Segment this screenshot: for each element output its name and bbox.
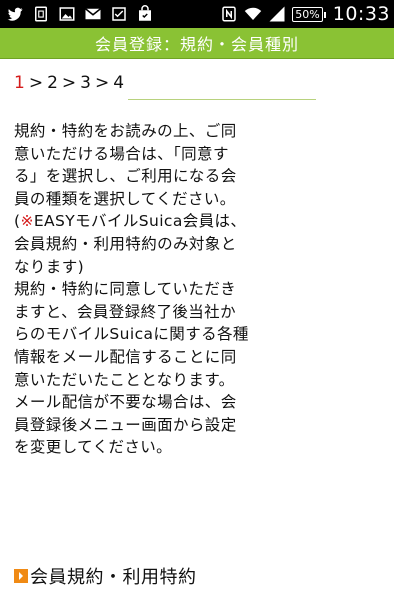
gmail-icon <box>84 5 102 23</box>
system-status: 50% 10:33 <box>220 0 390 28</box>
step-indicator: 1 > 2 > 3 > 4 <box>14 73 394 93</box>
nfc-icon <box>220 5 238 23</box>
signal-icon <box>268 5 286 23</box>
note-mark: ※ <box>20 212 34 231</box>
twitter-icon <box>6 5 24 23</box>
section-heading: 会員規約・利用特約 <box>14 563 197 589</box>
mail-opt-out-paragraph: メール配信が不要な場合は、会員登録後メニュー画面から設定を変更してください。 <box>14 393 237 457</box>
note-paragraph: (※EASYモバイルSuica会員は、会員規約・利用特約のみ対象となります) <box>14 210 250 278</box>
instructions-text: 規約・特約をお読みの上、ご同意いただける場合は、「同意する」を選択し、ご利用にな… <box>14 120 250 459</box>
status-bar: 50% 10:33 <box>0 0 394 28</box>
instruction-paragraph: 規約・特約をお読みの上、ご同意いただける場合は、「同意する」を選択し、ご利用にな… <box>14 122 237 208</box>
step-4: 4 <box>113 73 126 93</box>
wifi-icon <box>244 5 262 23</box>
step-separator: > <box>94 73 111 93</box>
section-heading-text: 会員規約・利用特約 <box>30 567 197 588</box>
arrow-right-icon <box>14 569 28 583</box>
consent-paragraph: 規約・特約に同意していただきますと、会員登録終了後当社からのモバイルSuicaに… <box>14 280 249 389</box>
step-separator: > <box>28 73 45 93</box>
step-3: 3 <box>80 73 92 93</box>
step-1-current: 1 <box>14 73 26 93</box>
step-divider <box>128 99 316 100</box>
step-separator: > <box>61 73 78 93</box>
image-icon <box>58 5 76 23</box>
checkbox-icon <box>110 5 128 23</box>
notification-icons <box>0 5 154 23</box>
clock: 10:33 <box>332 3 390 25</box>
battery-icon: 50% <box>292 6 327 22</box>
nfc-tag-icon <box>32 5 50 23</box>
page-title: 会員登録：規約・会員種別 <box>94 35 299 54</box>
page-title-bar: 会員登録：規約・会員種別 <box>0 28 394 59</box>
step-2: 2 <box>47 73 59 93</box>
shopping-bag-icon <box>136 5 154 23</box>
note-text: EASYモバイルSuica会員は、会員規約・利用特約のみ対象となります) <box>14 212 247 276</box>
